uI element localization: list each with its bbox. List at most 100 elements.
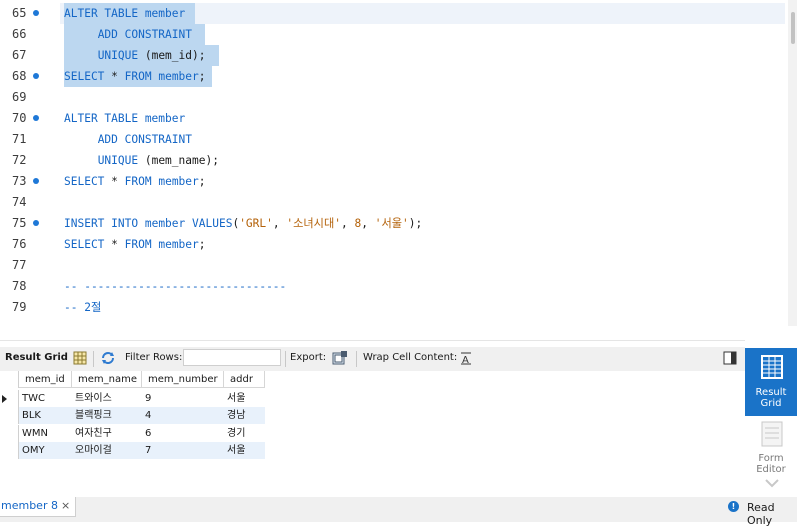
code-line[interactable]: ALTER TABLE member [64,108,185,129]
result-tab-label: member 8 [1,499,58,512]
chevron-down-icon[interactable] [764,478,780,488]
table-cell[interactable]: 9 [142,390,224,407]
code-line[interactable]: -- 2절 [64,297,101,318]
column-header[interactable]: mem_name [72,371,142,388]
table-cell[interactable]: 4 [142,407,224,424]
table-cell[interactable]: 서울 [224,442,265,459]
code-line[interactable]: SELECT * FROM member; [64,66,206,87]
table-row[interactable]: BLK 블랙핑크 4 경남 [0,407,265,424]
close-icon[interactable]: × [61,499,70,512]
table-cell[interactable]: OMY [19,442,72,459]
code-line[interactable]: -- ------------------------------ [64,276,286,297]
table-cell[interactable]: 7 [142,442,224,459]
table-cell[interactable]: 트와이스 [72,390,142,407]
line-number: 76 [12,237,27,251]
table-cell[interactable]: 경남 [224,407,265,424]
code-line[interactable]: UNIQUE (mem_id); [64,45,206,66]
line-number-gutter: 72 [0,150,60,171]
code-line[interactable]: ADD CONSTRAINT [64,129,192,150]
statement-marker-icon[interactable] [33,10,39,16]
row-header[interactable] [0,425,19,442]
code-line[interactable]: UNIQUE (mem_name); [64,150,219,171]
wrap-text-icon[interactable]: A [458,350,474,366]
table-cell[interactable]: TWC [19,390,72,407]
table-row[interactable]: OMY 오마이걸 7 서울 [0,442,265,459]
grid-header-row: mem_id mem_name mem_number addr [0,371,265,388]
info-icon: ! [728,501,739,512]
line-number: 77 [12,258,27,272]
code-token: SELECT [64,238,105,251]
table-cell[interactable]: 블랙핑크 [72,407,142,424]
table-row[interactable]: TWC 트와이스 9 서울 [0,390,265,407]
row-header[interactable] [0,407,19,424]
code-line[interactable]: ALTER TABLE member [64,3,185,24]
result-tab[interactable]: member 8 × [0,497,76,517]
statement-marker-icon[interactable] [33,115,39,121]
code-token: FROM [124,175,152,188]
code-token: ; [198,175,206,188]
row-header[interactable] [0,390,19,407]
toggle-panel-icon[interactable] [722,350,738,366]
column-header[interactable]: mem_id [19,371,72,388]
statement-marker-icon[interactable] [33,178,39,184]
line-number-gutter: 79 [0,297,60,318]
export-icon[interactable] [332,350,348,366]
code-token: '소녀시대' [286,217,342,230]
table-cell[interactable]: WMN [19,425,72,442]
statement-marker-icon[interactable] [33,220,39,226]
line-number-gutter: 78 [0,276,60,297]
line-number: 67 [12,48,27,62]
code-token: UNIQUE [97,49,139,62]
table-cell[interactable]: 경기 [224,425,265,442]
table-cell[interactable]: 오마이걸 [72,442,142,459]
line-number: 74 [12,195,27,209]
code-token: , [361,217,375,230]
line-number-gutter: 74 [0,192,60,213]
code-token: VALUES [192,217,233,230]
code-line[interactable]: SELECT * FROM member; [64,234,206,255]
line-number: 69 [12,90,27,104]
vertical-scrollbar-thumb[interactable] [791,12,795,44]
code-token: ALTER TABLE member [64,112,186,125]
result-grid-view-button[interactable]: Result Grid [745,348,797,416]
code-token: ADD CONSTRAINT [97,133,192,146]
line-number-gutter: 67 [0,45,60,66]
grid-icon[interactable] [72,350,88,366]
row-header-corner [0,371,19,388]
statement-marker-icon[interactable] [33,73,39,79]
refresh-icon[interactable] [100,350,116,366]
column-header[interactable]: addr [224,371,265,388]
toolbar-separator [285,351,286,367]
row-header[interactable] [0,442,19,459]
code-token: member [158,70,199,83]
table-cell[interactable]: 6 [142,425,224,442]
sql-editor[interactable]: 65 ALTER TABLE member 66 ADD CONSTRAINT 67 … [0,0,797,326]
code-line[interactable]: SELECT * FROM member; [64,171,206,192]
table-cell[interactable]: BLK [19,407,72,424]
code-token: ADD CONSTRAINT [97,28,192,41]
form-editor-view-button[interactable]: Form Editor [745,419,797,479]
code-token: ALTER TABLE member [64,7,186,20]
filter-rows-input[interactable] [183,349,281,366]
result-grid-label: Result Grid [5,352,68,363]
table-cell[interactable]: 서울 [224,390,265,407]
column-header[interactable]: mem_number [142,371,224,388]
code-token: * [104,175,125,188]
vertical-scrollbar[interactable] [788,0,797,326]
code-token: SELECT [64,70,105,83]
table-row[interactable]: WMN 여자친구 6 경기 [0,425,265,442]
result-grid-icon [761,355,783,379]
code-line[interactable]: INSERT INTO member VALUES('GRL', '소녀시대',… [64,213,422,234]
line-number-gutter: 68 [0,66,60,87]
code-token: FROM [124,238,152,251]
code-line[interactable]: ADD CONSTRAINT [64,24,192,45]
code-token: ; [198,70,206,83]
line-number: 70 [12,111,27,125]
code-token: ; [198,238,206,251]
code-token: 'GRL' [239,217,273,230]
table-cell[interactable]: 여자친구 [72,425,142,442]
line-number-gutter: 66 [0,24,60,45]
